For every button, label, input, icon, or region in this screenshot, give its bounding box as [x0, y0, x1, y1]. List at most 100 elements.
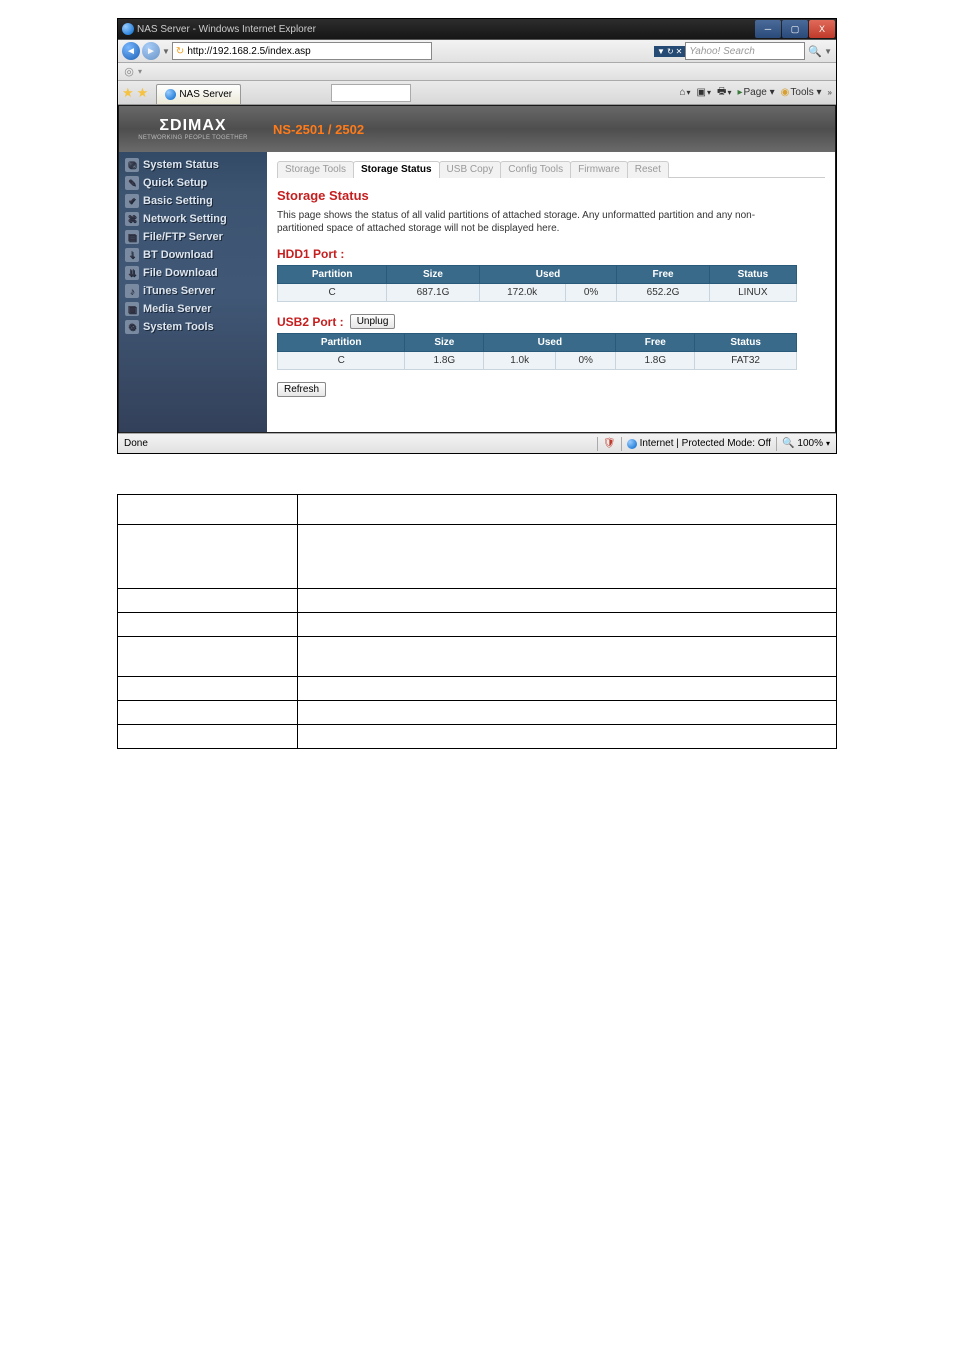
sidebar-item-label: Quick Setup	[143, 177, 207, 189]
sidebar-item-file-download[interactable]: ⇊File Download	[119, 264, 267, 282]
sidebar-item-quick-setup[interactable]: ✎Quick Setup	[119, 174, 267, 192]
app-header: ΣDIMAX NETWORKING PEOPLE TOGETHER NS-250…	[119, 106, 835, 152]
sidebar-item-label: System Tools	[143, 321, 214, 333]
tab-reset[interactable]: Reset	[627, 161, 669, 178]
outline-cell	[297, 677, 836, 701]
table-row: C 687.1G 172.0k 0% 652.2G LINUX	[278, 284, 797, 302]
sidebar-item-basic-setting[interactable]: ✔Basic Setting	[119, 192, 267, 210]
overflow-icon[interactable]: »	[828, 88, 832, 97]
col-size: Size	[387, 266, 479, 284]
outline-cell	[118, 495, 298, 525]
print-icon: 🖶	[717, 84, 726, 101]
tab-label: USB Copy	[447, 164, 494, 175]
outline-cell	[118, 677, 298, 701]
search-input[interactable]: Yahoo! Search	[685, 42, 805, 60]
address-dropdown[interactable]: ▼ ↻ ✕	[654, 46, 685, 57]
main-content: Storage Tools Storage Status USB Copy Co…	[267, 152, 835, 432]
outline-cell	[118, 701, 298, 725]
window-titlebar[interactable]: NAS Server - Windows Internet Explorer ─…	[118, 19, 836, 39]
favorites-icon[interactable]: ★	[122, 85, 134, 101]
tab-config-tools[interactable]: Config Tools	[500, 161, 571, 178]
table-row: C 1.8G 1.0k 0% 1.8G FAT32	[278, 352, 797, 370]
sidebar: ⎚ System Status ✎Quick Setup ✔Basic Setti…	[119, 152, 267, 432]
outline-cell	[297, 637, 836, 677]
outline-cell	[297, 495, 836, 525]
col-used: Used	[484, 334, 616, 352]
chevron-down-icon: ▼	[657, 47, 665, 56]
sidebar-item-media-server[interactable]: ▣Media Server	[119, 300, 267, 318]
compatibility-icon[interactable]: ◎	[122, 65, 136, 79]
sidebar-item-label: Media Server	[143, 303, 211, 315]
zoom-control[interactable]: 🔍 100% ▾	[782, 438, 830, 449]
print-button[interactable]: 🖶▾	[717, 84, 731, 101]
refresh-button[interactable]: Refresh	[277, 382, 326, 397]
outline-cell	[118, 589, 298, 613]
add-favorites-icon[interactable]: ★	[137, 85, 149, 101]
feeds-button[interactable]: ▣▾	[697, 87, 711, 98]
sidebar-item-label: System Status	[143, 159, 219, 171]
window-minimize-button[interactable]: ─	[755, 20, 781, 38]
page-tab[interactable]: NAS Server	[156, 84, 241, 104]
usb2-port-label: USB2 Port : Unplug	[277, 314, 825, 329]
cell-partition: C	[278, 352, 405, 370]
app-icon	[122, 23, 134, 35]
tab-empty-field[interactable]	[331, 84, 411, 102]
tab-favicon	[165, 89, 176, 100]
cell-status: LINUX	[709, 284, 796, 302]
col-free: Free	[616, 334, 695, 352]
network-icon: ⌘	[125, 212, 139, 226]
tab-toolbar: ★ ★ NAS Server ⌂▾ ▣▾ 🖶▾ ▸Page ▾ ◉Tools ▾…	[118, 81, 836, 105]
refresh-icon: ↻	[176, 46, 184, 57]
cell-used-bytes: 1.0k	[484, 352, 556, 370]
usb2-table: Partition Size Used Free Status C 1.8G 1…	[277, 333, 797, 370]
sidebar-item-system-status[interactable]: ⎚ System Status	[119, 156, 267, 174]
nav-toolbar: ◄ ► ▼ ↻ http://192.168.2.5/index.asp ▼ ↻…	[118, 39, 836, 63]
window-close-button[interactable]: X	[809, 20, 835, 38]
page-description: This page shows the status of all valid …	[277, 209, 797, 235]
nav-dropdown-icon[interactable]: ▼	[162, 47, 170, 56]
secondary-dropdown-icon[interactable]: ▾	[138, 67, 142, 76]
sidebar-item-file-ftp[interactable]: ▤File/FTP Server	[119, 228, 267, 246]
col-used: Used	[479, 266, 617, 284]
col-status: Status	[695, 334, 797, 352]
outline-cell	[118, 525, 298, 589]
cell-status: FAT32	[695, 352, 797, 370]
outline-cell	[297, 589, 836, 613]
back-arrow-icon: ◄	[126, 46, 136, 57]
sidebar-item-system-tools[interactable]: ⚙System Tools	[119, 318, 267, 336]
home-button[interactable]: ⌂▾	[679, 87, 690, 98]
hdd1-table: Partition Size Used Free Status C 687.1G…	[277, 265, 797, 302]
address-bar[interactable]: ↻ http://192.168.2.5/index.asp	[172, 42, 432, 60]
status-icon: ⎚	[125, 158, 139, 172]
sidebar-item-network-setting[interactable]: ⌘Network Setting	[119, 210, 267, 228]
col-free: Free	[617, 266, 709, 284]
maximize-icon: ▢	[791, 24, 800, 35]
tab-label: Firmware	[578, 164, 620, 175]
sub-tabs: Storage Tools Storage Status USB Copy Co…	[277, 160, 825, 178]
port-name: USB2 Port :	[277, 315, 344, 329]
tab-storage-tools[interactable]: Storage Tools	[277, 161, 354, 178]
globe-icon	[627, 439, 637, 449]
tab-usb-copy[interactable]: USB Copy	[439, 161, 502, 178]
tab-storage-status[interactable]: Storage Status	[353, 161, 440, 178]
forward-button[interactable]: ►	[142, 42, 160, 60]
tab-firmware[interactable]: Firmware	[570, 161, 628, 178]
window-maximize-button[interactable]: ▢	[782, 20, 808, 38]
search-placeholder: Yahoo! Search	[689, 46, 754, 57]
brand-logo: ΣDIMAX	[159, 117, 226, 135]
sidebar-item-itunes[interactable]: ♪iTunes Server	[119, 282, 267, 300]
unplug-button[interactable]: Unplug	[350, 314, 396, 329]
sidebar-item-bt-download[interactable]: ⇣BT Download	[119, 246, 267, 264]
search-icon[interactable]: 🔍	[808, 45, 822, 58]
back-button[interactable]: ◄	[122, 42, 140, 60]
search-dropdown-icon[interactable]: ▼	[824, 47, 832, 56]
brand-tagline: NETWORKING PEOPLE TOGETHER	[138, 135, 248, 141]
page-menu-button[interactable]: ▸Page ▾	[737, 87, 774, 98]
secondary-toolbar: ◎ ▾	[118, 63, 836, 81]
cell-free: 1.8G	[616, 352, 695, 370]
col-partition: Partition	[278, 334, 405, 352]
tools-menu-button[interactable]: ◉Tools ▾	[781, 87, 822, 98]
tab-label: NAS Server	[179, 89, 232, 100]
reload-icon: ↻	[667, 47, 674, 56]
table-header-row: Partition Size Used Free Status	[278, 266, 797, 284]
